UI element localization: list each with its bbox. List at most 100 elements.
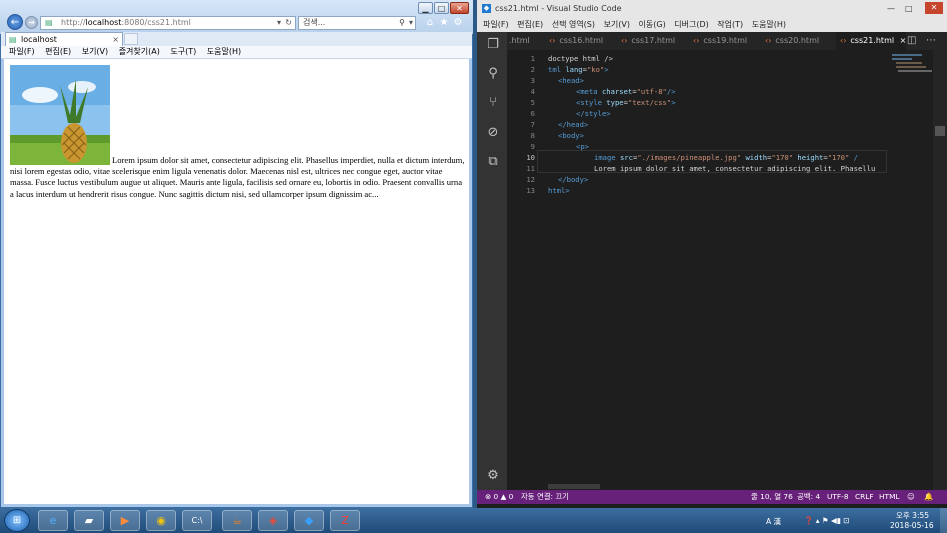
extensions-icon[interactable]: ⧉ bbox=[485, 154, 501, 170]
vscode-menu-bar: 파일(F) 편집(E) 선택 영역(S) 보기(V) 이동(G) 디버그(D) … bbox=[477, 17, 947, 32]
tab-close-icon: × bbox=[899, 36, 907, 45]
search-icon[interactable]: ⚲ bbox=[399, 17, 405, 29]
vs-menu-file[interactable]: 파일(F) bbox=[483, 20, 509, 29]
search-placeholder: 검색... bbox=[303, 18, 326, 27]
explorer-icon[interactable]: ❐ bbox=[485, 37, 501, 53]
minimap[interactable] bbox=[888, 50, 933, 490]
vscode-minimize-button[interactable]: — bbox=[887, 0, 895, 17]
editor-tab-active[interactable]: ‹› css21.html × bbox=[836, 32, 906, 50]
chrome-icon[interactable]: ◉ bbox=[146, 510, 176, 531]
home-icon[interactable]: ⌂ bbox=[424, 17, 436, 29]
ie-menu-bar: 파일(F) 편집(E) 보기(V) 즐겨찾기(A) 도구(T) 도움말(H) bbox=[1, 46, 472, 59]
language-mode[interactable]: HTML bbox=[879, 490, 900, 504]
close-button[interactable]: ✕ bbox=[450, 2, 469, 14]
tab-page-icon: ▤ bbox=[9, 35, 17, 44]
cursor-position[interactable]: 줄 10, 열 76 bbox=[751, 490, 793, 504]
media-player-icon[interactable]: ▶ bbox=[110, 510, 140, 531]
code-line: Lorem ipsum dolor sit amet, consectetur … bbox=[594, 164, 876, 173]
search-input[interactable]: 검색... ⚲ ▾ bbox=[298, 16, 416, 30]
clock-date[interactable]: 2018-05-16 bbox=[890, 521, 934, 530]
minimize-button[interactable]: ▁ bbox=[418, 2, 433, 14]
address-bar[interactable]: ▤ http://localhost:8080/css21.html ▾ ↻ bbox=[40, 16, 296, 30]
command-prompt-icon[interactable]: C:\ bbox=[182, 510, 212, 531]
maximize-button[interactable]: □ bbox=[434, 2, 449, 14]
vscode-window bbox=[477, 0, 947, 508]
forward-icon[interactable]: → bbox=[25, 16, 38, 29]
editor-tab[interactable]: ‹› css16.html bbox=[549, 32, 619, 50]
vs-menu-help[interactable]: 도움말(H) bbox=[752, 20, 786, 29]
editor-tab[interactable]: .html bbox=[507, 32, 549, 50]
problems-indicator[interactable]: ⊗ 0 ▲ 0 bbox=[485, 490, 513, 504]
java-icon[interactable]: ☕ bbox=[222, 510, 252, 531]
internet-explorer-icon[interactable]: e bbox=[38, 510, 68, 531]
start-button-icon[interactable]: ⊞ bbox=[4, 509, 30, 532]
vscode-window-title: css21.html - Visual Studio Code bbox=[495, 4, 622, 13]
file-explorer-icon[interactable]: ▰ bbox=[74, 510, 104, 531]
code-line: <style type="text/css"> bbox=[576, 98, 676, 107]
code-line: <p> bbox=[576, 142, 589, 151]
autosave-status[interactable]: 자동 연결: 끄기 bbox=[521, 490, 569, 504]
menu-file[interactable]: 파일(F) bbox=[9, 47, 35, 56]
line-ending[interactable]: CRLF bbox=[855, 490, 874, 504]
code-line: </style> bbox=[576, 109, 611, 118]
dropdown-icon[interactable]: ▾ bbox=[277, 17, 281, 29]
vscode-title-bar: ◆ css21.html - Visual Studio Code — □ ✕ bbox=[477, 0, 947, 17]
favorites-star-icon[interactable]: ★ bbox=[438, 17, 450, 29]
html-file-icon: ‹› bbox=[765, 36, 772, 45]
vs-menu-tasks[interactable]: 작업(T) bbox=[717, 20, 743, 29]
address-host: localhost bbox=[85, 18, 122, 27]
ie-tab[interactable]: ▤ localhost × bbox=[5, 32, 123, 46]
search-dropdown-icon[interactable]: ▾ bbox=[409, 17, 413, 29]
horizontal-scrollbar[interactable] bbox=[548, 484, 600, 489]
vs-menu-view[interactable]: 보기(V) bbox=[604, 20, 630, 29]
ime-indicator[interactable]: A 漢 bbox=[766, 516, 781, 527]
menu-help[interactable]: 도움말(H) bbox=[207, 47, 241, 56]
gear-icon[interactable]: ⚙ bbox=[452, 17, 464, 29]
code-line: </head> bbox=[558, 120, 589, 129]
vs-menu-debug[interactable]: 디버그(D) bbox=[674, 20, 708, 29]
encoding[interactable]: UTF-8 bbox=[827, 490, 849, 504]
tray-icons[interactable]: ❓ ▴ ⚑ ◀▮ ⊡ bbox=[804, 516, 850, 525]
vertical-scrollbar[interactable] bbox=[933, 50, 947, 490]
split-editor-icon[interactable]: ◫ bbox=[907, 32, 916, 50]
source-control-icon[interactable]: ⑂ bbox=[485, 95, 501, 111]
html-file-icon: ‹› bbox=[693, 36, 700, 45]
lorem-paragraph: Lorem ipsum dolor sit amet, consectetur … bbox=[10, 155, 465, 199]
address-path: :8080/css21.html bbox=[121, 18, 191, 27]
eclipse-icon[interactable]: ◈ bbox=[258, 510, 288, 531]
settings-gear-icon[interactable]: ⚙ bbox=[485, 468, 501, 484]
code-line: html> bbox=[548, 186, 570, 195]
more-actions-icon[interactable]: ⋯ bbox=[926, 32, 936, 50]
feedback-icon[interactable]: ☺ bbox=[907, 490, 915, 504]
menu-edit[interactable]: 편집(E) bbox=[45, 47, 71, 56]
search-icon[interactable]: ⚲ bbox=[485, 66, 501, 82]
refresh-icon[interactable]: ↻ bbox=[285, 17, 292, 29]
new-tab-button[interactable] bbox=[124, 33, 138, 45]
code-line-current: image src="./images/pineapple.jpg" width… bbox=[594, 153, 858, 162]
menu-tools[interactable]: 도구(T) bbox=[170, 47, 196, 56]
vscode-taskbar-icon[interactable]: ◆ bbox=[294, 510, 324, 531]
code-line: tml lang="ko"> bbox=[548, 65, 609, 74]
notification-bell-icon[interactable]: 🔔 bbox=[924, 490, 933, 504]
code-line: <body> bbox=[558, 131, 584, 140]
filezilla-icon[interactable]: Z bbox=[330, 510, 360, 531]
debug-icon[interactable]: ⊘ bbox=[485, 125, 501, 141]
indentation[interactable]: 공백: 4 bbox=[797, 490, 820, 504]
editor-tab[interactable]: ‹› css19.html bbox=[693, 32, 763, 50]
show-desktop-button[interactable] bbox=[940, 508, 947, 533]
vscode-maximize-button[interactable]: □ bbox=[905, 0, 913, 17]
editor-tab[interactable]: ‹› css17.html bbox=[621, 32, 691, 50]
code-line: <meta charset="utf-8"/> bbox=[576, 87, 676, 96]
clock-time[interactable]: 오후 3:55 bbox=[896, 510, 929, 521]
back-icon[interactable]: ← bbox=[7, 14, 23, 30]
vs-menu-edit[interactable]: 편집(E) bbox=[517, 20, 543, 29]
menu-view[interactable]: 보기(V) bbox=[82, 47, 108, 56]
page-icon: ▤ bbox=[45, 18, 53, 27]
html-file-icon: ‹› bbox=[621, 36, 628, 45]
menu-favorites[interactable]: 즐겨찾기(A) bbox=[119, 47, 160, 56]
vs-menu-go[interactable]: 이동(G) bbox=[639, 20, 666, 29]
editor-tab[interactable]: ‹› css20.html bbox=[765, 32, 835, 50]
vs-menu-selection[interactable]: 선택 영역(S) bbox=[552, 20, 595, 29]
vscode-close-button[interactable]: ✕ bbox=[925, 2, 943, 14]
tab-close-icon[interactable]: × bbox=[112, 33, 119, 46]
